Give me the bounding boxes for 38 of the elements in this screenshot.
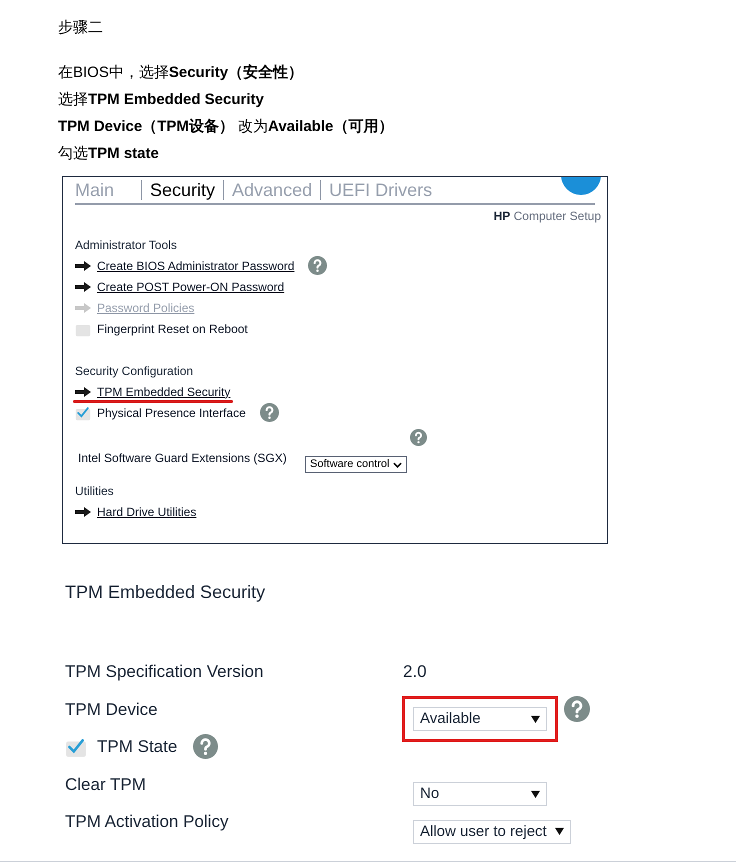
app-title: HP Computer Setup	[492, 208, 602, 225]
chevron-icon	[393, 462, 402, 468]
section-title: Administrator Tools	[75, 237, 178, 254]
help-icon[interactable]	[410, 429, 427, 446]
section-title: Utilities	[75, 483, 115, 500]
page-title: TPM Embedded Security	[65, 581, 266, 604]
instruction-line: 选择TPM Embedded Security	[58, 90, 265, 110]
checkbox[interactable]	[75, 404, 91, 420]
setting-label: Intel Software Guard Extensions (SGX)	[77, 450, 288, 467]
checkbox-label: Fingerprint Reset on Reboot	[97, 320, 248, 338]
setting-label: Clear TPM	[65, 774, 146, 796]
dropdown[interactable]: Allow user to reject	[413, 820, 571, 844]
section-title: Security Configuration	[75, 363, 194, 380]
dropdown[interactable]: Software control	[305, 456, 408, 473]
checkbox-label: Physical Presence Interface	[97, 404, 246, 422]
menu-tab[interactable]: Security	[150, 177, 216, 203]
step-heading: 步骤二	[58, 18, 104, 38]
checkbox-label: TPM State	[97, 736, 178, 758]
caret-icon	[554, 827, 564, 836]
help-icon[interactable]	[564, 696, 590, 722]
menu-link[interactable]: TPM Embedded Security	[97, 382, 230, 400]
dropdown[interactable]: Available	[413, 707, 547, 732]
instruction-line: 勾选TPM state	[58, 144, 160, 164]
caret-icon	[531, 790, 540, 799]
setting-label: TPM Device	[65, 698, 158, 720]
menu-link[interactable]: Hard Drive Utilities	[97, 502, 196, 520]
dropdown[interactable]: No	[413, 782, 547, 806]
menu-link[interactable]: Create POST Power-ON Password	[97, 278, 284, 296]
caret-icon	[531, 714, 540, 724]
help-icon[interactable]	[193, 734, 218, 760]
help-icon[interactable]	[260, 403, 279, 422]
menu-link[interactable]: Create BIOS Administrator Password	[97, 256, 294, 274]
setting-label: TPM Specification Version	[65, 661, 264, 683]
instruction-line: TPM Device（TPM设备） 改为Available（可用）	[58, 117, 394, 137]
help-icon[interactable]	[308, 256, 328, 275]
setting-label: TPM Activation Policy	[65, 811, 228, 833]
instruction-line: 在BIOS中，选择Security（安全性）	[58, 63, 304, 83]
setting-value: 2.0	[403, 661, 427, 683]
